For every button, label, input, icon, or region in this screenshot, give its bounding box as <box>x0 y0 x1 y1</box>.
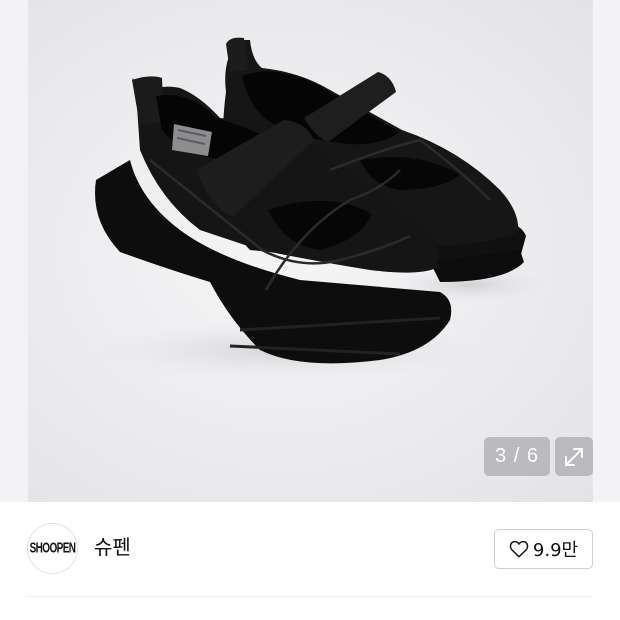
sneakers-illustration <box>90 37 550 380</box>
heart-outline-icon <box>509 540 529 558</box>
seller-avatar[interactable]: SHOOPEN <box>27 523 78 574</box>
seller-name[interactable]: 슈펜 <box>94 534 131 560</box>
product-photo[interactable] <box>28 0 593 502</box>
product-image-gallery[interactable]: 3 / 6 <box>0 0 620 502</box>
seller-logo: SHOOPEN <box>29 540 76 557</box>
like-count: 9.9만 <box>532 540 579 561</box>
seller-row: SHOOPEN 슈펜 9.9만 <box>0 502 620 596</box>
divider <box>27 596 593 597</box>
image-counter: 3 / 6 <box>484 437 550 476</box>
expand-button[interactable] <box>555 437 593 476</box>
like-button[interactable]: 9.9만 <box>494 529 593 569</box>
expand-arrows-icon <box>565 447 583 466</box>
